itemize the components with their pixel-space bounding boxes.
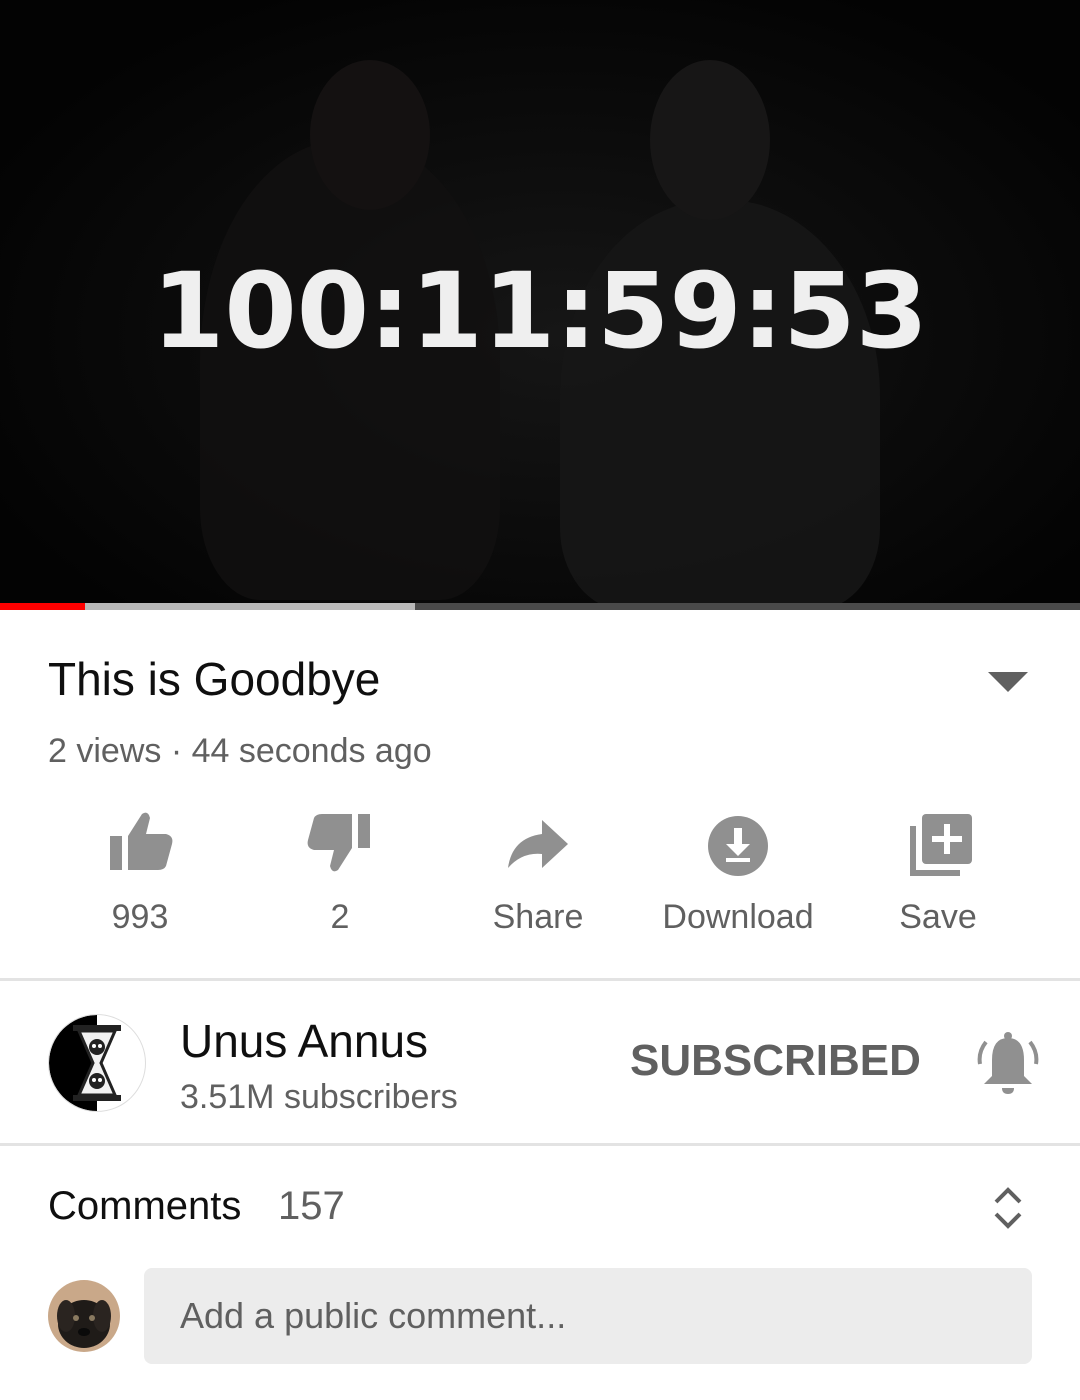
progress-played (0, 603, 85, 610)
share-label: Share (492, 898, 584, 936)
thumbs-up-icon (110, 812, 173, 870)
share-button[interactable]: Share (438, 806, 638, 937)
save-button[interactable]: Save (838, 806, 1038, 937)
user-avatar[interactable] (48, 1280, 120, 1352)
countdown-timer: 100:11:59:53 (151, 250, 929, 372)
subscribed-button[interactable]: SUBSCRIBED (620, 1036, 931, 1086)
chevron-down-icon[interactable] (984, 668, 1032, 696)
video-meta: 2 views · 44 seconds ago (48, 732, 432, 770)
notification-bell-icon[interactable] (976, 1030, 1040, 1096)
divider-top (0, 978, 1080, 981)
hourglass-logo-icon (49, 1015, 121, 1111)
comments-header[interactable]: Comments (48, 1184, 241, 1229)
dislike-button[interactable]: 2 (240, 806, 440, 937)
comments-count: 157 (278, 1184, 345, 1228)
video-progress-bar[interactable] (0, 603, 1080, 610)
video-title[interactable]: This is Goodbye (48, 652, 380, 706)
video-player[interactable]: 100:11:59:53 (0, 0, 1080, 610)
playlist-add-icon (910, 814, 972, 876)
save-label: Save (899, 898, 977, 936)
channel-name[interactable]: Unus Annus (180, 1014, 428, 1068)
channel-avatar[interactable] (48, 1014, 146, 1112)
comment-input[interactable] (144, 1268, 1032, 1364)
like-button[interactable]: 993 (40, 806, 240, 937)
video-figure-left-head (310, 60, 430, 210)
subscriber-count: 3.51M subscribers (180, 1078, 458, 1116)
download-button[interactable]: Download (638, 806, 838, 937)
download-label: Download (662, 898, 814, 936)
download-icon (708, 816, 768, 876)
thumbs-down-icon (307, 814, 370, 872)
share-arrow-icon (508, 820, 568, 868)
expand-collapse-icon[interactable] (990, 1184, 1026, 1232)
dislike-count: 2 (330, 898, 350, 936)
dog-avatar-icon (48, 1280, 120, 1352)
divider-bottom (0, 1143, 1080, 1146)
video-figure-right-head (650, 60, 770, 220)
like-count: 993 (111, 898, 169, 936)
